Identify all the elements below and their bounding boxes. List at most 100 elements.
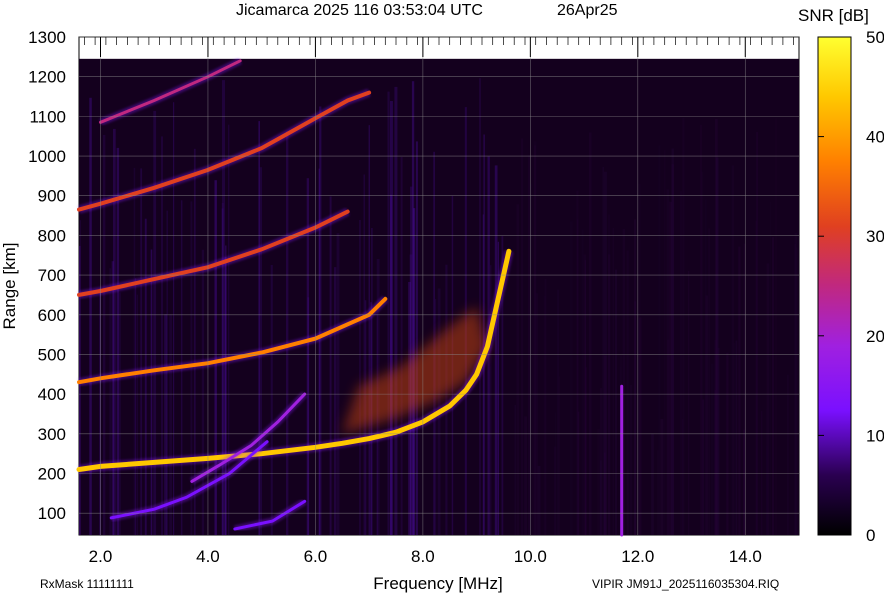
- noise-streak: [359, 220, 361, 535]
- noise-streak: [666, 189, 670, 536]
- noise-streak: [569, 221, 573, 536]
- y-tick-label: 100: [38, 504, 66, 523]
- noise-streak: [558, 376, 561, 535]
- noise-streak: [660, 419, 664, 535]
- y-tick-label: 1300: [28, 28, 66, 47]
- noise-streak: [597, 428, 601, 535]
- noise-streak: [224, 256, 227, 535]
- noise-streak: [680, 191, 682, 535]
- noise-streak: [786, 374, 789, 535]
- noise-streak: [717, 348, 720, 535]
- noise-streak: [221, 208, 224, 535]
- x-tick-label: 8.0: [411, 547, 435, 566]
- noise-streak: [516, 204, 520, 535]
- noise-streak: [150, 249, 153, 535]
- y-tick-label: 300: [38, 425, 66, 444]
- y-tick-label: 700: [38, 266, 66, 285]
- noise-streak: [735, 340, 738, 535]
- noise-streak: [726, 352, 729, 535]
- file-label: VIPIR JM91J_2025116035304.RIQ: [592, 577, 779, 591]
- noise-streak: [415, 141, 418, 535]
- noise-streak: [445, 264, 448, 535]
- y-tick-label: 400: [38, 385, 66, 404]
- colorbar-tick-label: 20: [866, 327, 884, 346]
- noise-streak: [521, 138, 524, 535]
- noise-streak: [651, 433, 654, 535]
- noise-streak: [400, 157, 403, 535]
- noise-streak: [743, 243, 746, 535]
- noise-streak: [118, 292, 121, 535]
- colorbar-tick-label: 0: [866, 526, 875, 545]
- x-tick-label: 12.0: [621, 547, 654, 566]
- noise-streak: [307, 297, 310, 535]
- noise-streak: [708, 228, 710, 536]
- noise-streak: [394, 86, 398, 536]
- noise-streak: [153, 110, 157, 536]
- noise-streak: [286, 131, 289, 535]
- noise-streak: [687, 271, 690, 535]
- noise-streak: [532, 316, 534, 535]
- noise-streak: [738, 246, 741, 535]
- noise-streak: [79, 220, 81, 535]
- noise-streak: [769, 201, 772, 535]
- noise-streak: [537, 466, 541, 535]
- noise-streak: [329, 196, 332, 535]
- colorbar-tick-label: 10: [866, 426, 884, 445]
- noise-streak: [334, 267, 337, 535]
- noise-streak: [166, 210, 168, 535]
- y-tick-label: 1200: [28, 68, 66, 87]
- noise-streak: [731, 165, 734, 536]
- ionogram-chart: Jicamarca 2025 116 03:53:04 UTC 26Apr25 …: [0, 2, 884, 593]
- noise-streak: [173, 102, 175, 535]
- x-axis-label: Frequency [MHz]: [373, 574, 502, 593]
- chart-title: Jicamarca 2025 116 03:53:04 UTC: [236, 2, 483, 19]
- noise-streak: [258, 121, 260, 535]
- x-tick-label: 6.0: [304, 547, 328, 566]
- noise-streak: [794, 243, 797, 535]
- noise-streak: [336, 233, 340, 535]
- noise-streak: [614, 269, 618, 535]
- noise-streak: [387, 91, 390, 535]
- noise-streak: [664, 150, 666, 535]
- noise-streak: [109, 268, 111, 535]
- noise-streak: [102, 134, 106, 535]
- noise-streak: [603, 171, 607, 535]
- colorbar: [817, 36, 852, 536]
- noise-streak: [585, 367, 587, 535]
- y-tick-label: 500: [38, 345, 66, 364]
- colorbar-tick-label: 50: [866, 28, 884, 47]
- noise-streak: [638, 183, 641, 535]
- x-tick-label: 2.0: [89, 547, 113, 566]
- y-tick-label: 600: [38, 306, 66, 325]
- noise-streak: [602, 167, 604, 535]
- noise-streak: [657, 450, 660, 535]
- noise-streak: [761, 410, 763, 535]
- noise-streak: [140, 168, 143, 535]
- noise-streak: [576, 219, 579, 535]
- noise-streak: [319, 106, 322, 535]
- noise-streak: [270, 265, 273, 535]
- noise-streak: [775, 118, 777, 535]
- x-tick-label: 14.0: [729, 547, 762, 566]
- noise-streak: [682, 117, 685, 536]
- noise-streak: [589, 132, 592, 535]
- noise-streak: [626, 250, 629, 535]
- y-axis-label: Range [km]: [0, 243, 19, 330]
- noise-streak: [133, 167, 136, 535]
- noise-streak: [113, 128, 116, 535]
- y-tick-label: 900: [38, 187, 66, 206]
- rx-mask-label: RxMask 11111111: [40, 577, 134, 591]
- noise-streak: [629, 384, 633, 535]
- noise-streak: [705, 295, 709, 535]
- noise-streak: [669, 201, 673, 536]
- x-tick-label: 10.0: [514, 547, 547, 566]
- noise-streak: [608, 254, 611, 535]
- noise-streak: [633, 219, 637, 535]
- noise-streak: [136, 294, 138, 535]
- colorbar-tick-label: 40: [866, 128, 884, 147]
- noise-streak: [612, 228, 615, 535]
- noise-streak: [490, 265, 492, 535]
- y-tick-label: 800: [38, 226, 66, 245]
- noise-streak: [494, 165, 498, 535]
- noise-streak: [544, 278, 547, 535]
